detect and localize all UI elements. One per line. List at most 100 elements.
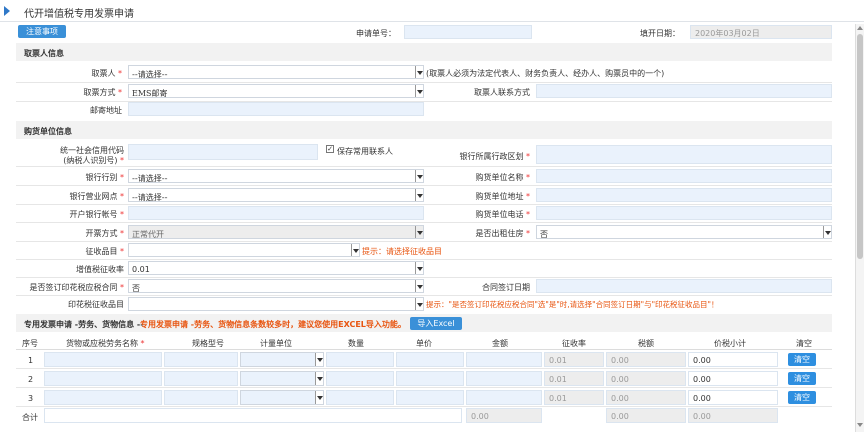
- clear-button[interactable]: 清空: [788, 353, 816, 366]
- chevron-down-icon[interactable]: [351, 244, 359, 256]
- divider: [16, 185, 832, 186]
- scroll-down-icon[interactable]: [857, 423, 863, 427]
- vertical-scrollbar[interactable]: [855, 24, 864, 432]
- mail-input[interactable]: [128, 102, 424, 116]
- total-field: 0.00: [688, 371, 778, 386]
- divider: [16, 241, 832, 242]
- scrollbar-thumb[interactable]: [857, 34, 863, 259]
- buyer-section-header: 购货单位信息: [16, 121, 832, 139]
- stamp-contract-select[interactable]: 否: [128, 279, 424, 293]
- person-note: (取票人必须为法定代表人、财务负责人、经办人、购票员中的一个): [426, 69, 665, 78]
- amount-input[interactable]: [466, 390, 542, 405]
- divider: [16, 166, 832, 167]
- vat-rate-select[interactable]: 0.01: [128, 261, 424, 275]
- buyer-name-label: 购货单位名称 *: [475, 173, 530, 182]
- chevron-down-icon[interactable]: [415, 189, 423, 201]
- total-field: 0.00: [688, 390, 778, 405]
- unit-select[interactable]: [240, 390, 324, 405]
- qty-input[interactable]: [326, 390, 394, 405]
- header-price: 单价: [416, 339, 432, 348]
- header-name: 货物或应税劳务名称 *: [66, 339, 145, 348]
- qty-input[interactable]: [326, 371, 394, 386]
- amount-input[interactable]: [466, 352, 542, 367]
- arrow-icon: [4, 6, 10, 16]
- table-sum-row: 合计 0.00 0.00 0.00: [16, 408, 832, 424]
- page-title: 代开增值税专用发票申请: [24, 9, 134, 20]
- unit-select[interactable]: [240, 352, 324, 367]
- spec-input[interactable]: [164, 371, 238, 386]
- goods-name-input[interactable]: [44, 352, 162, 367]
- spec-input[interactable]: [164, 390, 238, 405]
- chevron-down-icon[interactable]: [415, 280, 423, 292]
- sum-blank: [44, 408, 462, 423]
- bank-region-label: 银行所属行政区划 *: [459, 152, 530, 161]
- sum-amount: 0.00: [466, 408, 542, 423]
- row-no: 2: [28, 375, 34, 384]
- price-input[interactable]: [396, 371, 464, 386]
- tax-field: 0.00: [606, 371, 686, 386]
- apply-no-input[interactable]: [404, 25, 532, 39]
- chevron-down-icon[interactable]: [823, 226, 831, 238]
- credit-code-sublabel: (纳税人识别号) *: [63, 156, 124, 165]
- stamp-levy-label: 印花税征收品目: [68, 300, 124, 309]
- rent-label: 是否出租住房 *: [475, 229, 530, 238]
- table-row: 2 0.01 0.00 0.00 清空: [16, 370, 832, 388]
- chevron-down-icon[interactable]: [415, 66, 423, 78]
- header-no: 序号: [22, 339, 38, 348]
- buyer-addr-input[interactable]: [536, 188, 832, 202]
- bank-region-input[interactable]: [536, 145, 832, 164]
- stamp-contract-label: 是否签订印花税应税合同 *: [29, 283, 124, 292]
- header-amount: 金额: [492, 339, 508, 348]
- goods-name-input[interactable]: [44, 390, 162, 405]
- fill-date-label: 填开日期：: [640, 29, 680, 38]
- person-label: 取票人 *: [91, 69, 122, 78]
- notice-button[interactable]: 注意事项: [18, 25, 66, 38]
- table-header-row: 序号 货物或应税劳务名称 * 规格型号 计量单位 数量 单价 金额 征收率 税额…: [16, 334, 832, 350]
- contract-date-input[interactable]: [536, 279, 832, 293]
- method-select[interactable]: EMS邮寄: [128, 84, 424, 98]
- qty-input[interactable]: [326, 352, 394, 367]
- rate-field: 0.01: [544, 390, 604, 405]
- clear-button[interactable]: 清空: [788, 391, 816, 404]
- save-contact-label: 保存常用联系人: [337, 147, 393, 156]
- sum-label: 合计: [22, 413, 38, 422]
- account-input[interactable]: [128, 206, 424, 220]
- clear-button[interactable]: 清空: [788, 372, 816, 385]
- goods-hint: 专用发票申请 -劳务、货物信息条数较多时，建议您使用EXCEL导入功能。: [140, 320, 406, 329]
- account-label: 开户银行帐号 *: [69, 210, 124, 219]
- apply-no-label: 申请单号：: [356, 29, 396, 38]
- contact-input[interactable]: [536, 84, 832, 98]
- invoice-mode-select: 正常代开: [128, 225, 424, 239]
- chevron-down-icon[interactable]: [315, 353, 323, 366]
- buyer-phone-input[interactable]: [536, 206, 832, 220]
- person-select[interactable]: --请选择--: [128, 65, 424, 79]
- divider: [16, 204, 832, 205]
- credit-code-input[interactable]: [128, 144, 318, 160]
- chevron-down-icon[interactable]: [415, 298, 423, 310]
- bank-type-select[interactable]: --请选择--: [128, 169, 424, 183]
- outlet-label: 银行营业网点 *: [69, 192, 124, 201]
- chevron-down-icon[interactable]: [315, 391, 323, 404]
- chevron-down-icon[interactable]: [315, 372, 323, 385]
- header-total: 价税小计: [714, 339, 746, 348]
- scroll-up-icon[interactable]: [857, 26, 863, 30]
- goods-name-input[interactable]: [44, 371, 162, 386]
- rent-select[interactable]: 否: [536, 225, 832, 239]
- stamp-levy-select[interactable]: [128, 297, 424, 311]
- buyer-name-input[interactable]: [536, 169, 832, 183]
- buyer-addr-label: 购货单位地址 *: [475, 192, 530, 201]
- save-contact-checkbox[interactable]: ✓: [326, 145, 334, 153]
- unit-select[interactable]: [240, 371, 324, 386]
- header-tax: 税额: [638, 339, 654, 348]
- spec-input[interactable]: [164, 352, 238, 367]
- chevron-down-icon[interactable]: [415, 262, 423, 274]
- outlet-select[interactable]: --请选择--: [128, 188, 424, 202]
- price-input[interactable]: [396, 390, 464, 405]
- amount-input[interactable]: [466, 371, 542, 386]
- row-no: 1: [28, 356, 34, 365]
- levy-select[interactable]: [128, 243, 360, 257]
- chevron-down-icon[interactable]: [415, 85, 423, 97]
- chevron-down-icon[interactable]: [415, 170, 423, 182]
- price-input[interactable]: [396, 352, 464, 367]
- import-excel-button[interactable]: 导入Excel: [410, 317, 462, 330]
